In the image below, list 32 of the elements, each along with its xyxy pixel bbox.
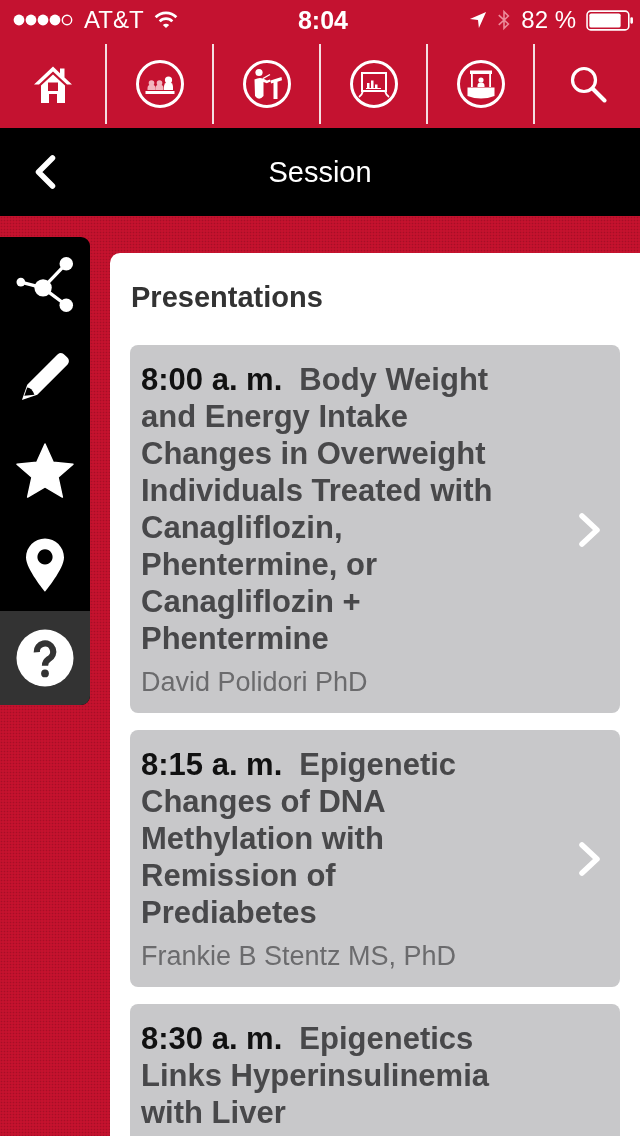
share-icon <box>16 254 74 313</box>
presentation-card[interactable]: 8:30 a. m. Epigenetics Links Hyperinsulinemia with Liver <box>130 1004 620 1136</box>
bluetooth-icon <box>497 9 512 31</box>
search-icon <box>568 65 607 103</box>
location-arrow-icon <box>469 11 488 29</box>
signal-icon <box>12 14 74 26</box>
pencil-icon <box>20 352 70 403</box>
presentation-card[interactable]: 8:15 a. m. Epigenetic Changes of DNA Methylation with Remission of Prediabetes Frankie B Stentz MS, PhD <box>130 730 620 987</box>
carrier-name: AT&T <box>84 6 144 34</box>
back-button[interactable] <box>34 155 56 189</box>
booth-icon <box>456 60 505 108</box>
presenter-name: David Polidori PhD <box>141 666 369 698</box>
status-time: 8:04 <box>297 6 348 34</box>
presentation-title: 8:15 a. m. Epigenetic Changes of DNA Methylation with Remission of Prediabetes <box>141 746 458 931</box>
battery-icon <box>586 9 634 31</box>
help-button[interactable] <box>0 611 90 705</box>
star-icon <box>16 443 74 499</box>
chart-board-icon <box>349 60 398 108</box>
map-pin-icon <box>26 537 64 592</box>
presenter-name: Frankie B Stentz MS, PhD <box>141 940 458 972</box>
presentation-title: 8:30 a. m. Epigenetics Links Hyperinsulinemia with Liver <box>141 1020 491 1131</box>
wifi-icon <box>153 11 178 29</box>
home-icon <box>32 65 73 103</box>
panel-heading: Presentations <box>131 280 324 314</box>
header-title: Session <box>268 155 372 189</box>
presentation-card[interactable]: 8:00 a. m. Body Weight and Energy Intake Changes in Overweight Individuals Treated with Canagliflozin, Phentermine, or Canagliflozin + Phentermine David Polidori PhD <box>130 345 620 713</box>
back-icon <box>34 155 56 189</box>
presentation-title: 8:00 a. m. Body Weight and Energy Intake Changes in Overweight Individuals Treated with Canagliflozin, Phentermine, or Canagliflozin + Phentermine <box>141 361 494 657</box>
speaker-podium-icon <box>242 60 291 108</box>
help-icon <box>16 629 74 688</box>
battery-percent: 82 % <box>521 6 576 34</box>
people-icon <box>135 60 184 108</box>
